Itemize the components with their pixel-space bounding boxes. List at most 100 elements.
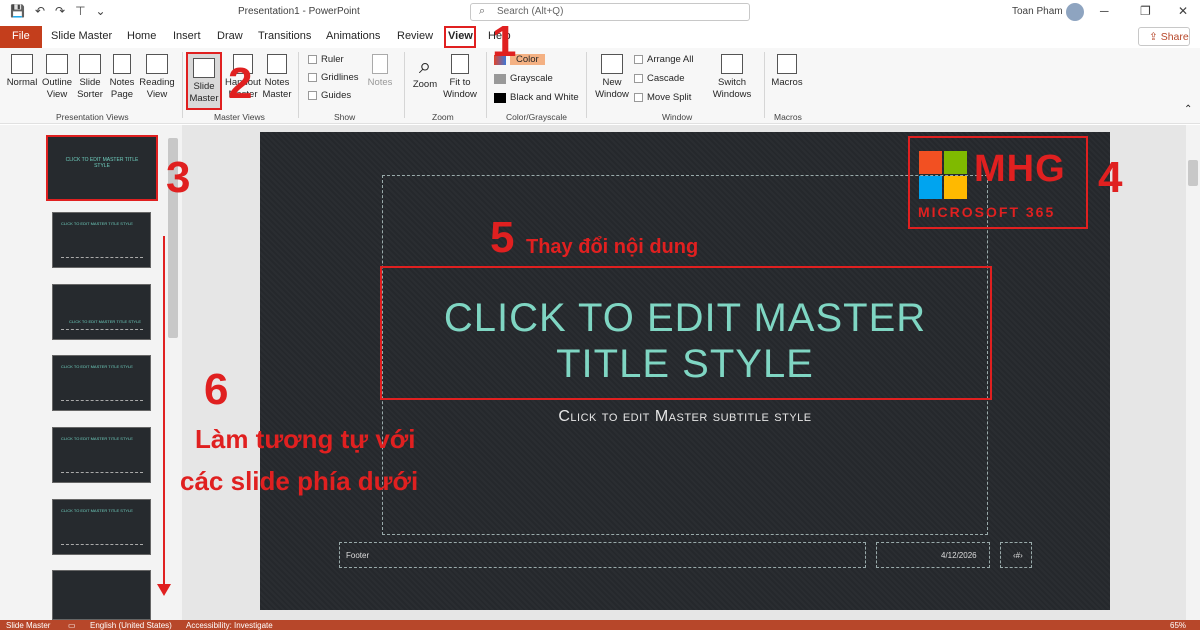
- switch-label: Switch Windows: [712, 77, 752, 100]
- date-placeholder[interactable]: 4/12/2026: [876, 542, 990, 568]
- grayscale-icon: [494, 73, 506, 84]
- tab-transitions[interactable]: Transitions: [258, 30, 311, 42]
- slide-thumbnail-master[interactable]: CLICK TO EDIT MASTER TITLE STYLE: [46, 135, 158, 201]
- date-text: 4/12/2026: [941, 551, 977, 560]
- microsoft-logo-icon: [919, 151, 967, 199]
- status-language[interactable]: English (United States): [90, 621, 172, 630]
- outline-view-button[interactable]: Outline View: [40, 54, 74, 101]
- zoom-button[interactable]: ⌕ Zoom: [410, 54, 440, 91]
- tab-review[interactable]: Review: [397, 30, 433, 42]
- footer-placeholder[interactable]: Footer: [339, 542, 866, 568]
- slide-subtitle[interactable]: Click to edit Master subtitle style: [383, 408, 987, 426]
- step-6-line1: Làm tương tự với: [195, 424, 416, 454]
- tab-draw[interactable]: Draw: [217, 30, 243, 42]
- redo-icon[interactable]: ↷: [55, 4, 65, 18]
- macros-label: Macros: [771, 77, 803, 88]
- thumb-footer-line: [61, 329, 143, 330]
- status-zoom[interactable]: 65%: [1170, 621, 1186, 630]
- tab-slide-master[interactable]: Slide Master: [51, 30, 112, 42]
- status-accessibility[interactable]: Accessibility: Investigate: [186, 621, 273, 630]
- grayscale-button[interactable]: Grayscale: [494, 73, 553, 84]
- minimize-icon[interactable]: ─: [1100, 4, 1109, 18]
- move-split-button[interactable]: Move Split: [634, 92, 691, 103]
- logo-name: MHG: [974, 148, 1066, 190]
- slide-sorter-label: Slide Sorter: [77, 77, 103, 100]
- ribbon: Normal Outline View Slide Sorter Notes P…: [0, 48, 1200, 124]
- cascade-button[interactable]: Cascade: [634, 73, 685, 84]
- notes-master-label: Notes Master: [262, 77, 292, 100]
- slide-master-button[interactable]: Slide Master: [186, 52, 222, 110]
- subtitle-text: Click to edit Master subtitle style: [558, 408, 812, 425]
- close-icon[interactable]: ✕: [1178, 4, 1188, 18]
- spelling-icon[interactable]: ▭: [68, 621, 76, 630]
- slide-sorter-button[interactable]: Slide Sorter: [76, 54, 104, 101]
- normal-label: Normal: [6, 77, 38, 88]
- step-1-label: 1: [492, 17, 517, 66]
- logo-square-green: [944, 151, 967, 174]
- presentation-views-label: Presentation Views: [56, 112, 129, 122]
- slide-master-text: Slide Master: [189, 81, 219, 104]
- tab-home[interactable]: Home: [127, 30, 156, 42]
- step-5-label: 5: [490, 213, 515, 262]
- status-view: Slide Master: [6, 621, 51, 630]
- checkbox-box: [308, 55, 317, 64]
- guides-checkbox[interactable]: Guides: [308, 90, 351, 101]
- quick-access-toolbar: 💾 ↶ ↷ ⊤ ⌄: [10, 4, 106, 18]
- arrange-all-button[interactable]: Arrange All: [634, 54, 693, 65]
- grayscale-label: Grayscale: [510, 73, 553, 84]
- zoom-label: Zoom: [412, 79, 438, 90]
- save-icon[interactable]: 💾: [10, 4, 25, 18]
- restore-icon[interactable]: ❐: [1140, 4, 1151, 18]
- step-2-label: 2: [228, 59, 253, 108]
- page-number-placeholder[interactable]: ‹#›: [1000, 542, 1032, 568]
- document-title: Presentation1 - PowerPoint: [238, 6, 360, 17]
- down-arrow-line: [163, 236, 165, 588]
- thumb-title: CLICK TO EDIT MASTER TITLE STYLE: [69, 319, 141, 324]
- collapse-ribbon-icon[interactable]: ⌃: [1184, 104, 1192, 115]
- checkbox-box: [308, 91, 317, 100]
- fit-to-window-button[interactable]: Fit to Window: [442, 54, 478, 101]
- cascade-label: Cascade: [647, 73, 685, 84]
- footer-text: Footer: [346, 551, 370, 560]
- logo-subtitle: MICROSOFT 365: [918, 204, 1056, 220]
- title-bar: 💾 ↶ ↷ ⊤ ⌄ Presentation1 - PowerPoint ⌕ S…: [0, 0, 1200, 24]
- zoom-group-label: Zoom: [432, 112, 454, 122]
- customize-icon[interactable]: ⌄: [96, 4, 106, 18]
- macros-button[interactable]: Macros: [770, 54, 804, 89]
- black-white-button[interactable]: Black and White: [494, 92, 579, 103]
- slide-thumbnail[interactable]: CLICK TO EDIT MASTER TITLE STYLE: [52, 284, 151, 340]
- switch-windows-button[interactable]: Switch Windows: [706, 54, 758, 101]
- notes-page-button[interactable]: Notes Page: [108, 54, 136, 101]
- pin-icon[interactable]: ⊤: [75, 4, 85, 18]
- notes-button[interactable]: Notes: [364, 54, 396, 89]
- tab-insert[interactable]: Insert: [173, 30, 201, 42]
- step-6-label: 6: [204, 365, 229, 414]
- avatar[interactable]: [1066, 3, 1084, 21]
- slide-thumbnail[interactable]: [52, 570, 151, 620]
- new-window-button[interactable]: New Window: [592, 54, 632, 101]
- slide-scroll-thumb[interactable]: [1188, 160, 1198, 186]
- ruler-label: Ruler: [321, 54, 344, 65]
- slide-thumbnail[interactable]: CLICK TO EDIT MASTER TITLE STYLE: [52, 355, 151, 411]
- tab-animations[interactable]: Animations: [326, 30, 380, 42]
- thumb-title: CLICK TO EDIT MASTER TITLE STYLE: [61, 221, 133, 226]
- share-button[interactable]: ⇪ Share: [1138, 27, 1190, 46]
- user-name[interactable]: Toan Pham: [1012, 6, 1063, 17]
- slide-thumbnail[interactable]: CLICK TO EDIT MASTER TITLE STYLE: [52, 212, 151, 268]
- slide-thumbnail[interactable]: CLICK TO EDIT MASTER TITLE STYLE: [52, 499, 151, 555]
- reading-view-button[interactable]: Reading View: [138, 54, 176, 101]
- slide-thumbnail[interactable]: CLICK TO EDIT MASTER TITLE STYLE: [52, 427, 151, 483]
- arrange-label: Arrange All: [647, 54, 694, 65]
- share-label: Share: [1160, 31, 1189, 43]
- gridlines-label: Gridlines: [321, 72, 359, 83]
- slide-scrollbar[interactable]: [1186, 125, 1200, 620]
- fit-label: Fit to Window: [443, 77, 477, 100]
- notes-master-button[interactable]: Notes Master: [260, 54, 294, 101]
- ruler-checkbox[interactable]: Ruler: [308, 54, 344, 65]
- step-5-text: Thay đổi nội dung: [526, 236, 699, 258]
- gridlines-checkbox[interactable]: Gridlines: [308, 72, 359, 83]
- macros-group-label: Macros: [774, 112, 802, 122]
- normal-view-button[interactable]: Normal: [6, 54, 38, 89]
- divider: [764, 52, 765, 118]
- undo-icon[interactable]: ↶: [35, 4, 45, 18]
